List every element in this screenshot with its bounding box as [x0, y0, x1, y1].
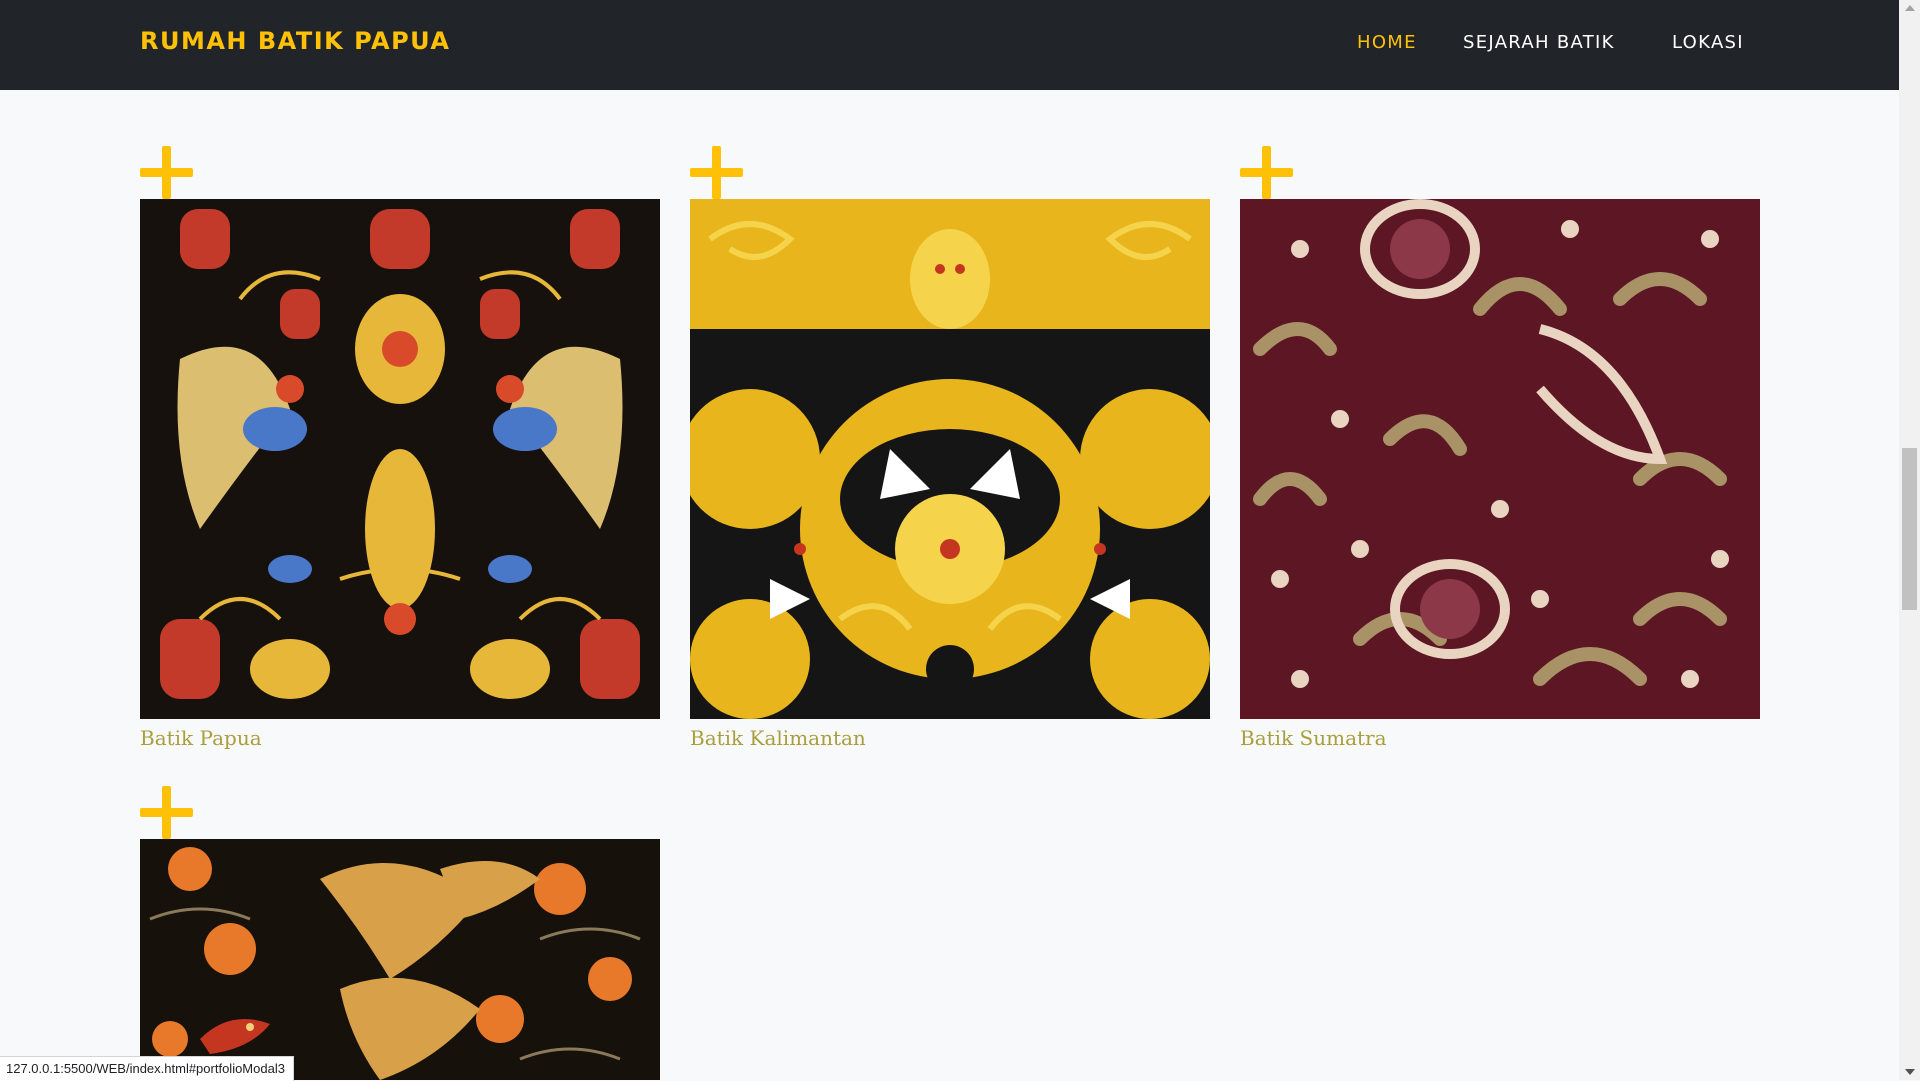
scrollbar-thumb[interactable]: [1902, 448, 1917, 610]
scroll-down-arrow-icon[interactable]: [1905, 1069, 1915, 1075]
portfolio-caption: Batik Sumatra: [1240, 726, 1387, 750]
plus-icon[interactable]: [140, 146, 193, 199]
nav-home-link[interactable]: HOME: [1357, 32, 1417, 53]
page-scrollbar[interactable]: [1899, 0, 1920, 1080]
nav-lokasi-link[interactable]: LOKASI: [1672, 32, 1744, 53]
navbar: RUMAH BATIK PAPUA HOME SEJARAH BATIK LOK…: [0, 0, 1899, 90]
nav-sejarah-batik-link[interactable]: SEJARAH BATIK: [1463, 32, 1615, 53]
plus-icon[interactable]: [140, 786, 193, 839]
portfolio-caption: Batik Papua: [140, 726, 262, 750]
plus-icon[interactable]: [690, 146, 743, 199]
batik-sumatra-image[interactable]: [1240, 199, 1760, 719]
portfolio-caption: Batik Kalimantan: [690, 726, 866, 750]
batik-phoenix-image[interactable]: [140, 839, 660, 1080]
batik-kalimantan-image[interactable]: [690, 199, 1210, 719]
batik-papua-image[interactable]: [140, 199, 660, 719]
plus-icon[interactable]: [1240, 146, 1293, 199]
browser-status-url: 127.0.0.1:5500/WEB/index.html#portfolioM…: [0, 1056, 294, 1081]
brand-logo[interactable]: RUMAH BATIK PAPUA: [140, 27, 451, 55]
scroll-up-arrow-icon[interactable]: [1905, 5, 1915, 11]
